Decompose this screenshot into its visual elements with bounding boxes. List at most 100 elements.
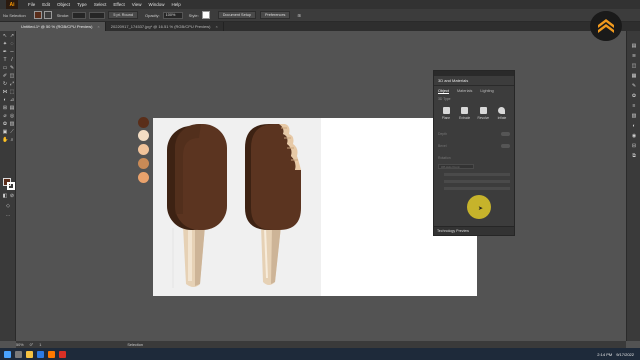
menu-view[interactable]: View	[132, 2, 142, 7]
type-tool-icon[interactable]: T	[2, 57, 8, 63]
variable-width-field[interactable]	[89, 11, 106, 19]
slice-icon[interactable]: ⟋	[9, 129, 15, 135]
paintbrush-icon[interactable]: ✎	[9, 65, 15, 71]
stroke-icon[interactable]: ≡	[630, 103, 638, 110]
close-icon[interactable]: ×	[215, 24, 217, 29]
mesh-icon[interactable]: ⊞	[2, 105, 8, 111]
libraries-icon[interactable]: ◫	[630, 63, 638, 70]
rotate-icon[interactable]: ↻	[2, 81, 8, 87]
align-icon[interactable]: ⊟	[630, 143, 638, 150]
perspective-grid-icon[interactable]: ⊿	[9, 97, 15, 103]
gradient-icon[interactable]: ▤	[9, 105, 15, 111]
magic-wand-icon[interactable]: ✦	[2, 41, 8, 47]
stroke-color-swatch[interactable]	[43, 11, 52, 19]
file-explorer-icon[interactable]	[26, 350, 33, 358]
menu-window[interactable]: Window	[148, 2, 164, 7]
tab-object[interactable]: Object	[438, 89, 449, 94]
brushes-icon[interactable]: ✎	[630, 83, 638, 90]
symbols-icon[interactable]: ✿	[630, 93, 638, 100]
graph-icon[interactable]: ▥	[9, 121, 15, 127]
menu-object[interactable]: Object	[57, 2, 70, 7]
tab-materials[interactable]: Materials	[457, 89, 472, 94]
color-sample-caramel[interactable]	[138, 158, 149, 169]
scale-icon[interactable]: ⤢	[9, 81, 15, 87]
color-sample-dark-brown[interactable]	[138, 117, 149, 128]
gradient-panel-icon[interactable]: ▧	[630, 113, 638, 120]
fill-color-swatch[interactable]	[33, 11, 42, 19]
menu-file[interactable]: File	[28, 2, 35, 7]
tab-lighting[interactable]: Lighting	[480, 89, 493, 94]
rotation-angle[interactable]: 0°	[30, 343, 34, 347]
menu-effect[interactable]: Effect	[113, 2, 124, 7]
swatches-icon[interactable]: ▦	[630, 73, 638, 80]
rotation-y-slider[interactable]	[444, 180, 510, 183]
shape-builder-icon[interactable]: ◐	[2, 97, 8, 103]
color-sample-orange[interactable]	[138, 172, 149, 183]
zoom-level[interactable]: 50%	[16, 343, 24, 347]
extrude-option[interactable]: Extrude	[456, 107, 474, 120]
artboard-icon[interactable]: ▣	[2, 129, 8, 135]
transparency-icon[interactable]: ◐	[630, 123, 638, 130]
lasso-icon[interactable]: ◌	[9, 41, 15, 47]
document-setup-button[interactable]: Document Setup	[217, 11, 256, 19]
preferences-button[interactable]: Preferences	[259, 11, 291, 19]
selection-tool-icon[interactable]: ↖	[2, 33, 8, 39]
direct-selection-tool-icon[interactable]: ↗	[9, 33, 15, 39]
depth-toggle[interactable]	[501, 132, 510, 136]
menu-select[interactable]: Select	[94, 2, 107, 7]
more-tools-icon[interactable]: ⋯	[5, 213, 11, 219]
windows-start-icon[interactable]	[4, 350, 11, 358]
rectangle-tool-icon[interactable]: ▭	[2, 65, 8, 71]
menu-help[interactable]: Help	[171, 2, 180, 7]
search-icon[interactable]	[15, 350, 22, 358]
rotation-presets-dropdown[interactable]: Off-Axis Front	[438, 164, 474, 169]
stroke-swatch[interactable]	[7, 182, 15, 190]
menu-edit[interactable]: Edit	[42, 2, 50, 7]
bevel-toggle[interactable]	[501, 144, 510, 148]
artboard-number[interactable]: 1	[39, 343, 41, 347]
stroke-weight-field[interactable]	[72, 11, 87, 19]
ice-cream-artwork[interactable]	[153, 118, 321, 296]
technology-preview-footer[interactable]: Technology Preview	[434, 226, 514, 235]
blend-icon[interactable]: ◎	[9, 113, 15, 119]
close-icon[interactable]: ×	[97, 24, 99, 29]
brush-definition-dropdown[interactable]: 5 pt. Round	[108, 11, 138, 19]
plane-option[interactable]: Plane	[437, 107, 455, 120]
pathfinder-icon[interactable]: ⧉	[630, 153, 638, 160]
graphic-style-swatch[interactable]	[201, 11, 210, 19]
pen-tool-icon[interactable]: ✒	[2, 49, 8, 55]
arrange-icon[interactable]: ⊞	[297, 13, 300, 18]
control-bar: No Selection Stroke: 5 pt. Round Opacity…	[0, 9, 640, 22]
color-sample-cream[interactable]	[138, 130, 149, 141]
drawing-mode-icon[interactable]: ◇	[5, 203, 11, 209]
default-colors-icon[interactable]: ◧	[2, 193, 8, 199]
rotation-z-slider[interactable]	[444, 187, 510, 190]
hand-icon[interactable]: ✋	[2, 137, 8, 143]
rotation-x-slider[interactable]	[444, 173, 510, 176]
properties-icon[interactable]: ▤	[630, 43, 638, 50]
illustrator-taskbar-icon[interactable]	[48, 350, 55, 358]
clock-date[interactable]: 9/17/2022	[616, 352, 634, 357]
eyedropper-icon[interactable]: ⌀	[2, 113, 8, 119]
zoom-icon[interactable]: ⌕	[9, 137, 15, 143]
line-tool-icon[interactable]: /	[9, 57, 15, 63]
width-tool-icon[interactable]: ⋈	[2, 89, 8, 95]
curvature-icon[interactable]: ∽	[9, 49, 15, 55]
opacity-field[interactable]: 100%	[162, 11, 183, 19]
none-color-icon[interactable]: ⊘	[9, 193, 15, 199]
eraser-icon[interactable]: ◫	[9, 73, 15, 79]
tab-untitled[interactable]: Untitled-1* @ 50 % (RGB/CPU Preview) ×	[16, 22, 106, 31]
recorder-icon[interactable]	[59, 350, 66, 358]
layers-icon[interactable]: ≋	[630, 53, 638, 60]
color-sample-peach[interactable]	[138, 144, 149, 155]
browser-icon[interactable]	[37, 350, 44, 358]
appearance-icon[interactable]: ◉	[630, 133, 638, 140]
menu-type[interactable]: Type	[77, 2, 87, 7]
inflate-option[interactable]: Inflate	[493, 107, 511, 120]
clock-time[interactable]: 2:14 PM	[597, 352, 612, 357]
symbol-sprayer-icon[interactable]: ✿	[2, 121, 8, 127]
revolve-option[interactable]: Revolve	[474, 107, 492, 120]
tab-photo[interactable]: 20220917_174537.jpg* @ 16.51 % (RGB/CPU …	[106, 22, 224, 31]
shaper-icon[interactable]: ✐	[2, 73, 8, 79]
free-transform-icon[interactable]: ⬚	[9, 89, 15, 95]
